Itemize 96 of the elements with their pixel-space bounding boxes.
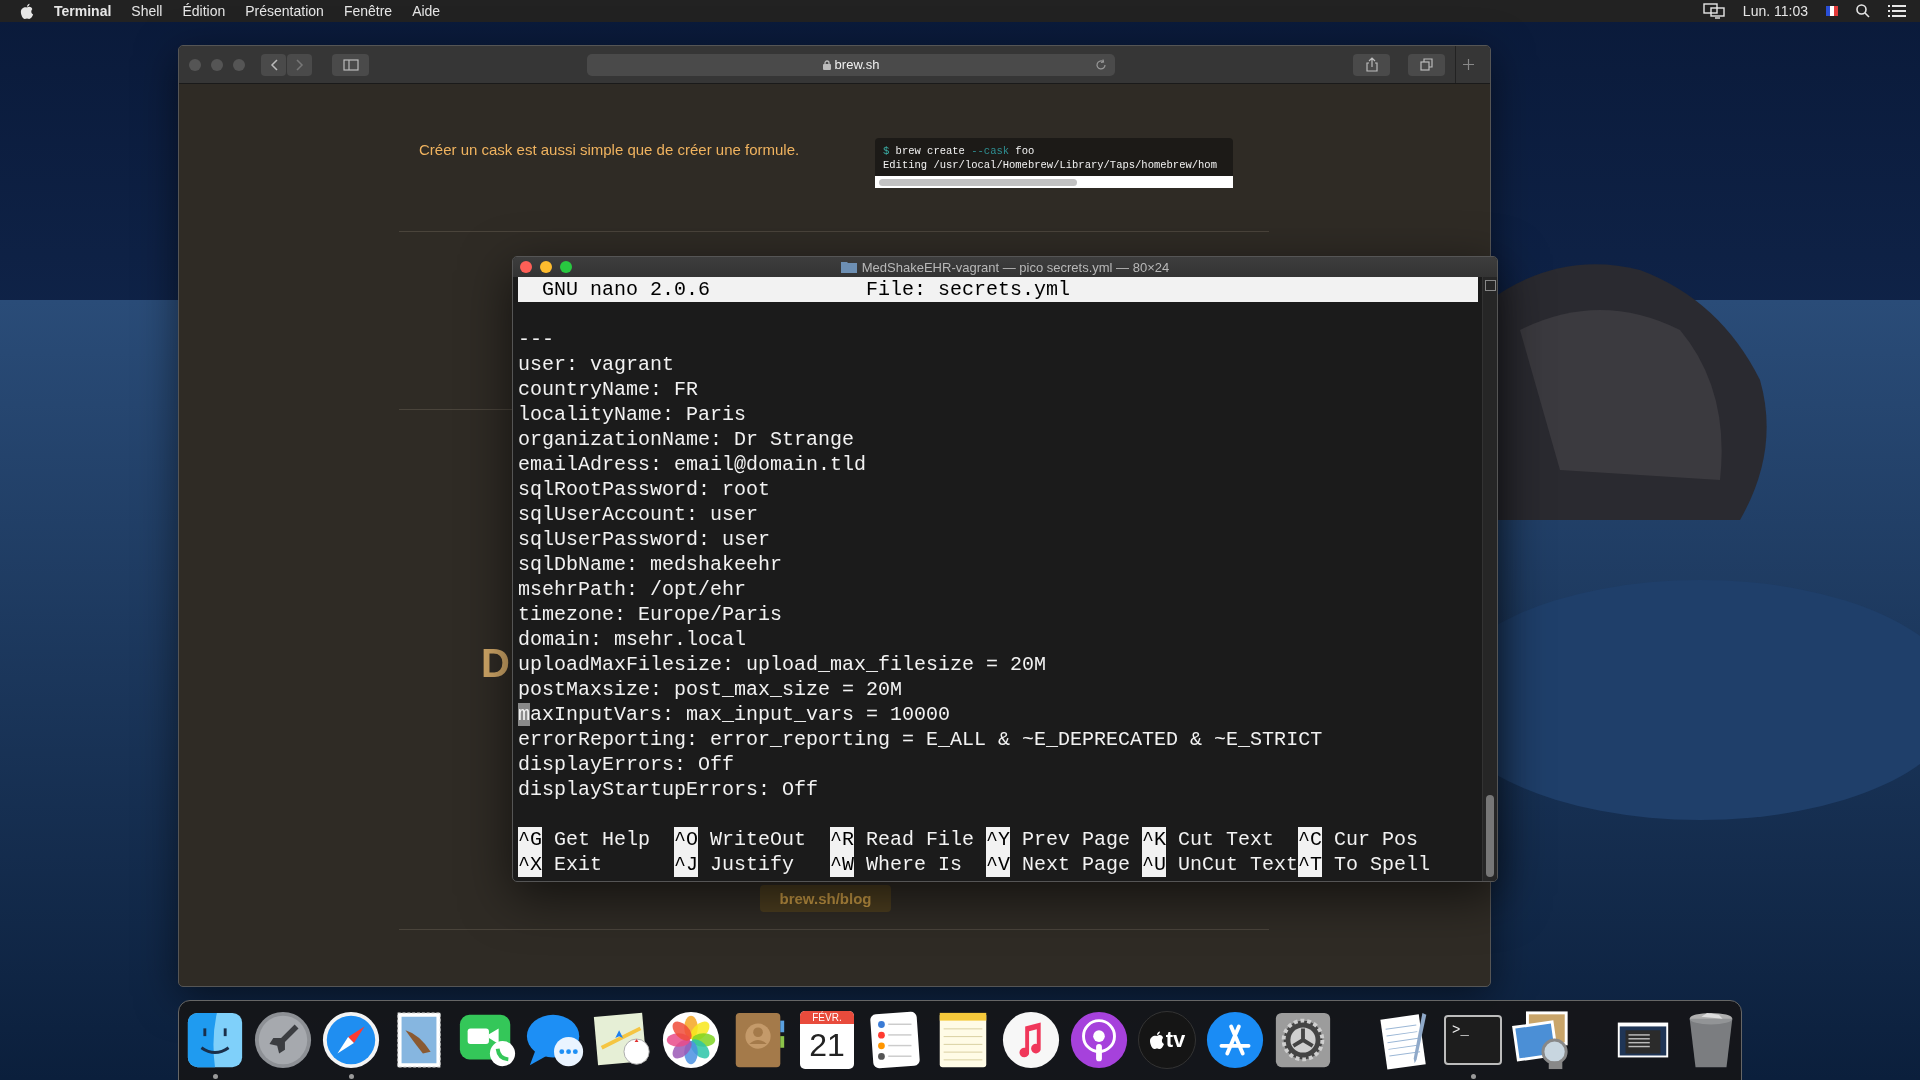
share-icon (1365, 57, 1378, 72)
shortcut-label: Read File (866, 827, 975, 852)
flower-icon[interactable] (660, 1009, 722, 1071)
calendar-icon[interactable]: FÉVR. 21 (800, 1011, 854, 1069)
calendar-month: FÉVR. (800, 1011, 854, 1024)
shortcut-key: ^X (518, 852, 542, 877)
apple-icon[interactable] (20, 2, 34, 20)
address-field[interactable]: brew.sh (587, 53, 1115, 76)
shortcut-label: Prev Page (1022, 827, 1131, 852)
shortcut-label: Exit (554, 852, 603, 877)
music-note-icon[interactable] (1000, 1009, 1062, 1071)
rocket-icon[interactable] (252, 1009, 314, 1071)
shortcut-key: ^W (830, 852, 855, 877)
chevron-left-icon (269, 58, 278, 71)
text-line: domain: msehr.local (518, 627, 747, 652)
icon-label: tv (1165, 1027, 1186, 1053)
lock-icon (822, 59, 831, 70)
menu-item[interactable]: Aide (412, 3, 441, 19)
text-line: --- (518, 327, 554, 352)
text-line: localityName: Paris (518, 402, 747, 427)
text-line: postMaxsize: post_max_size = 20M (518, 677, 903, 702)
app-store-icon[interactable] (1204, 1009, 1266, 1071)
calendar-day: 21 (809, 1024, 845, 1066)
menu-item[interactable]: Terminal (54, 3, 112, 19)
shortcut-key: ^J (674, 852, 699, 877)
back-button[interactable] (261, 53, 286, 76)
text-line: displayStartupErrors: Off (518, 777, 819, 802)
shortcut-key: ^V (986, 852, 1011, 877)
shortcut-key: ^O (674, 827, 699, 852)
shortcut-label: UnCut Text (1178, 852, 1299, 877)
text-line: timezone: Europe/Paris (518, 602, 783, 627)
tabs-icon (1420, 58, 1433, 71)
flag-icon[interactable] (1826, 6, 1838, 16)
podcast-icon[interactable] (1068, 1009, 1130, 1071)
heading: D (481, 647, 510, 679)
prompt-text: >_ (1452, 1022, 1469, 1038)
menu-item[interactable]: Shell (131, 3, 163, 19)
text-line: maxInputVars: max_input_vars = 10000 (518, 702, 951, 727)
chevron-right-icon (295, 58, 304, 71)
menu-item[interactable]: Édition (182, 3, 226, 19)
editor-version: GNU nano 2.0.6 (542, 277, 711, 302)
text-line: organizationName: Dr Strange (518, 427, 855, 452)
close-button[interactable] (520, 261, 532, 273)
shortcut-key: ^Y (986, 827, 1011, 852)
tv-icon[interactable]: tv (1138, 1011, 1196, 1069)
reload-icon[interactable] (1095, 58, 1107, 71)
window-title: MedShakeEHR-vagrant — pico secrets.yml — 80×24 (861, 259, 1170, 275)
shortcut-key: ^G (518, 827, 542, 852)
text-line: sqlUserPassword: user (518, 527, 771, 552)
shortcut-key: ^C (1298, 827, 1323, 852)
text-line: errorReporting: error_reporting = E_ALL & ~E_DEPRECATED & ~E_STRICT (518, 727, 1323, 752)
shortcut-key: ^K (1142, 827, 1167, 852)
shortcut-label: Get Help (554, 827, 651, 852)
shortcut-label: Next Page (1022, 852, 1131, 877)
text-line: sqlRootPassword: root (518, 477, 771, 502)
share-button[interactable] (1353, 53, 1390, 76)
text-line: countryName: FR (518, 377, 699, 402)
body-text: Créer un cask est aussi simple que de créer une formule. (419, 140, 801, 160)
text-line: emailAdress: email@domain.tld (518, 452, 867, 477)
folder-icon (840, 261, 857, 273)
text-line: sqlDbName: medshakeehr (518, 552, 783, 577)
list-icon[interactable] (1888, 5, 1906, 17)
compass-icon[interactable] (320, 1009, 382, 1071)
text-line: msehrPath: /opt/ehr (518, 577, 747, 602)
url-text: brew.sh (834, 57, 880, 72)
text-line: sqlUserAccount: user (518, 502, 759, 527)
zoom-button[interactable] (560, 261, 572, 273)
shortcut-label: Where Is (866, 852, 963, 877)
scrollbar[interactable] (1482, 277, 1497, 881)
scrollbar[interactable] (875, 176, 1233, 188)
sidebar-icon (342, 58, 359, 71)
text-line: user: vagrant (518, 352, 675, 377)
file-name: File: secrets.yml (866, 277, 1071, 302)
shortcut-key: ^R (830, 827, 855, 852)
minimize-button[interactable] (540, 261, 552, 273)
text-line: displayErrors: Off (518, 752, 735, 777)
plus-icon (1462, 59, 1474, 70)
shortcut-key: ^T (1298, 852, 1323, 877)
sidebar-button[interactable] (332, 53, 369, 76)
shortcut-key: ^U (1142, 852, 1167, 877)
clock[interactable]: Lun. 11:03 (1742, 3, 1808, 19)
code-line: $ brew create --cask foo (882, 144, 1036, 158)
display-icon[interactable] (1702, 3, 1725, 19)
text-line: uploadMaxFilesize: upload_max_filesize = 20M (518, 652, 1047, 677)
tabs-button[interactable] (1408, 53, 1445, 76)
shortcut-label: Justify (710, 852, 795, 877)
shortcut-label: Cur Pos (1334, 827, 1419, 852)
menu-item[interactable]: Fenêtre (343, 3, 393, 19)
menu-item[interactable]: Présentation (245, 3, 324, 19)
shortcut-label: To Spell (1334, 852, 1431, 877)
shortcut-label: WriteOut (710, 827, 807, 852)
search-icon[interactable] (1856, 4, 1870, 18)
apple-icon (1148, 1030, 1165, 1050)
shortcut-label: Cut Text (1178, 827, 1275, 852)
code-line: Editing /usr/local/Homebrew/Library/Taps/homebrew/hom (882, 158, 1218, 172)
terminal-icon[interactable]: >_ (1444, 1015, 1502, 1065)
